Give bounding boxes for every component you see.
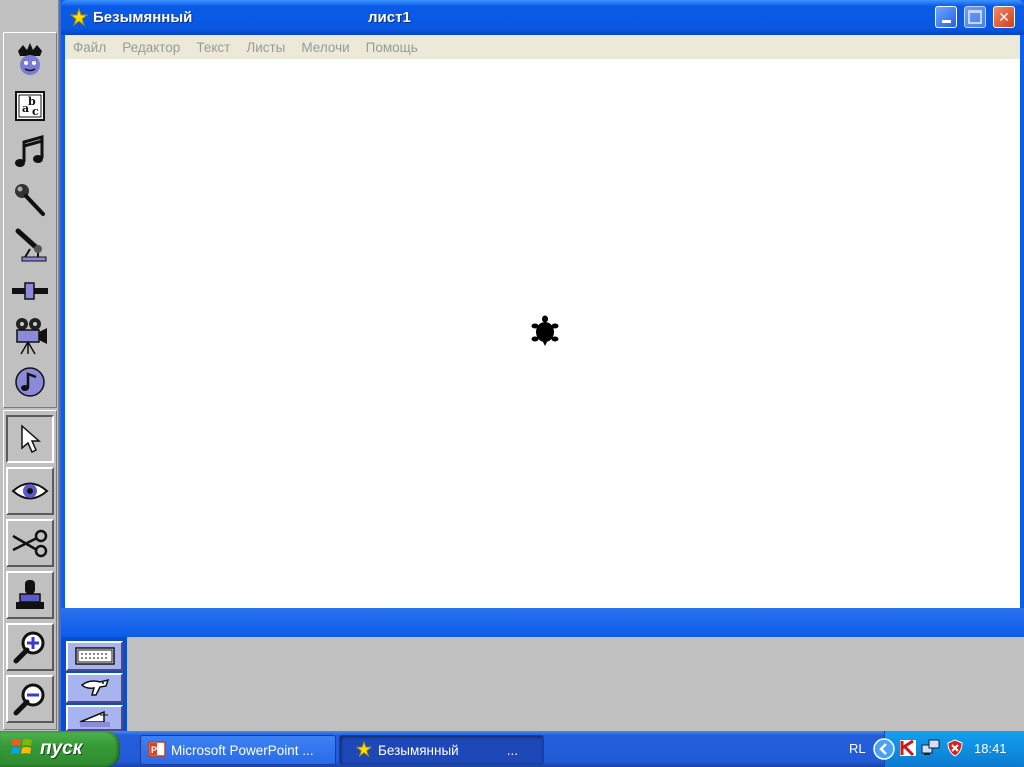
task-label: Microsoft PowerPoint ...	[171, 742, 314, 758]
clock[interactable]: 18:41	[974, 741, 1007, 756]
antivirus-icon[interactable]	[899, 739, 917, 762]
language-indicator[interactable]: RL	[849, 741, 866, 756]
magnifier-plus-icon[interactable]	[6, 623, 54, 671]
task-ellipsis: ...	[506, 742, 518, 758]
task-untitled[interactable]: Безымянный ...	[339, 735, 544, 765]
svg-text:c: c	[32, 105, 39, 118]
music-note-icon[interactable]	[6, 131, 54, 173]
app-star-icon	[69, 7, 89, 31]
window-frame-bottom	[61, 608, 1024, 640]
menu-item-text[interactable]: Текст	[196, 40, 230, 55]
menu-item-file[interactable]: Файл	[73, 40, 106, 55]
close-icon: ✕	[998, 8, 1010, 25]
keyboard-icon[interactable]	[66, 641, 123, 671]
turtle-face-icon[interactable]	[6, 37, 54, 81]
drawing-canvas[interactable]	[65, 59, 1020, 608]
eye-icon[interactable]	[6, 467, 54, 515]
minimize-button[interactable]	[935, 6, 957, 28]
bottom-panel	[61, 637, 1024, 731]
sheet-name: лист1	[368, 9, 411, 26]
telescope-icon[interactable]	[6, 223, 54, 267]
slider-icon[interactable]	[6, 269, 54, 313]
star-icon	[355, 739, 373, 760]
stamp-icon[interactable]	[6, 571, 54, 619]
powerpoint-icon: P	[148, 740, 166, 761]
menu-item-help[interactable]: Помощь	[366, 40, 418, 55]
main-window: Безымянный лист1 ✕ Файл Редактор Текст Л…	[61, 0, 1024, 640]
tool-group-actions	[3, 410, 57, 730]
svg-text:P: P	[151, 745, 157, 755]
start-label: пуск	[40, 738, 83, 759]
tray-expand-icon[interactable]	[873, 738, 895, 765]
menu-item-misc[interactable]: Мелочи	[301, 40, 349, 55]
text-abc-icon[interactable]: abc	[6, 85, 54, 127]
window-title: Безымянный	[93, 9, 193, 26]
menu-bar: Файл Редактор Текст Листы Мелочи Помощь	[65, 35, 1020, 59]
scissors-icon[interactable]	[6, 519, 54, 567]
windows-logo-icon	[10, 736, 34, 763]
boat-icon[interactable]	[66, 705, 123, 731]
security-shield-icon[interactable]	[947, 739, 963, 762]
menu-item-sheets[interactable]: Листы	[246, 40, 285, 55]
network-icon[interactable]	[921, 739, 941, 762]
menu-item-editor[interactable]: Редактор	[122, 40, 180, 55]
close-button[interactable]: ✕	[993, 6, 1015, 28]
left-toolbar: abc	[0, 0, 59, 731]
tool-group-objects: abc	[3, 32, 57, 408]
task-powerpoint[interactable]: P Microsoft PowerPoint ...	[140, 735, 336, 765]
maximize-button[interactable]	[964, 6, 986, 28]
title-bar[interactable]: Безымянный лист1 ✕	[61, 0, 1024, 35]
microphone-icon[interactable]	[6, 177, 54, 221]
taskbar: пуск P Microsoft PowerPoint ... Безымянн…	[0, 731, 1024, 767]
turtle-icon[interactable]	[531, 315, 559, 352]
task-label: Безымянный	[378, 742, 459, 758]
magnifier-minus-icon[interactable]	[6, 675, 54, 723]
cd-note-icon[interactable]	[6, 361, 54, 403]
bottom-tool-strip	[61, 637, 127, 731]
film-camera-icon[interactable]	[6, 313, 54, 359]
system-tray: 18:41	[873, 731, 1024, 767]
arrow-pointer-icon[interactable]	[6, 415, 54, 463]
start-button[interactable]: пуск	[0, 731, 120, 767]
maximize-icon	[968, 10, 982, 24]
minimize-icon	[941, 20, 951, 23]
dog-icon[interactable]	[66, 673, 123, 703]
